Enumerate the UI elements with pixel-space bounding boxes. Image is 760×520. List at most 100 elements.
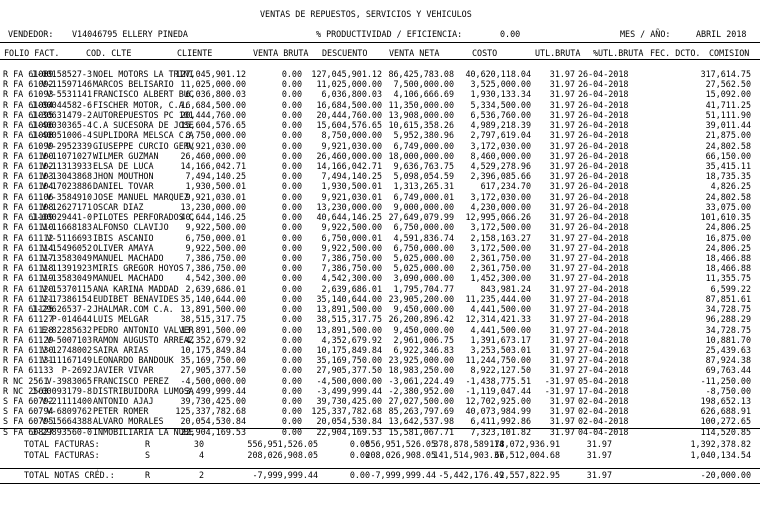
total-cantidad: 4: [198, 450, 204, 460]
row-cell-fecha: 27-04-2018: [578, 335, 629, 345]
row-cell-venta-neta: 6,036,800.03: [321, 89, 382, 99]
row-cell-costo: 10,615,358.26: [388, 120, 454, 130]
row-cell-fecha: 27-04-2018: [578, 243, 629, 253]
row-cell-venta-neta: 9,922,500.00: [321, 243, 382, 253]
row-cell-pct-utl: 31.97: [549, 427, 575, 437]
row-cell-comision: 18,735.35: [705, 171, 751, 181]
row-cell-venta-neta: 27,905,377.50: [316, 365, 382, 375]
row-cell-venta-bruta: 14,166,042.71: [180, 161, 246, 171]
row-cell-venta-bruta: 7,386,750.00: [185, 253, 246, 263]
row-cell-descuento: 0.00: [281, 365, 302, 375]
total-comision: 1,040,134.54: [690, 450, 751, 460]
row-cell-fecha: 05-04-2018: [578, 376, 629, 386]
row-cell-venta-neta: -4,500,000.00: [316, 376, 382, 386]
row-cell-venta-neta: 26,460,000.00: [316, 151, 382, 161]
row-cell-fecha: 27-04-2018: [578, 233, 629, 243]
row-cell-descuento: 0.00: [281, 69, 302, 79]
row-cell-cliente: PETER ROMER: [93, 406, 149, 416]
row-cell-fecha: 26-04-2018: [578, 110, 629, 120]
row-cell-descuento: 0.00: [281, 304, 302, 314]
total-utl-bruta: 66,512,004.68: [494, 450, 560, 460]
row-cell-cliente: PILOTES PERFORADOS C: [93, 212, 194, 222]
row-cell-cod-clte: V-13583049: [41, 253, 92, 263]
divider-totals: [0, 468, 760, 469]
row-cell-venta-neta: 7,386,750.00: [321, 253, 382, 263]
row-cell-venta-bruta: 2,639,686.01: [185, 284, 246, 294]
row-cell-pct-utl: 31.97: [549, 325, 575, 335]
row-cell-cod-clte: V-13043868: [41, 171, 92, 181]
row-cell-descuento: 0.00: [281, 253, 302, 263]
total-cantidad: 30: [193, 439, 204, 449]
row-cell-venta-bruta: 13,891,500.00: [180, 325, 246, 335]
row-cell-pct-utl: 31.97: [549, 284, 575, 294]
row-cell-costo: 26,200,896.42: [388, 314, 454, 324]
row-cell-costo: 9,636,763.75: [393, 161, 454, 171]
row-cell-pct-utl: 31.97: [549, 243, 575, 253]
total-pct-utl: 31.97: [586, 450, 612, 460]
row-cell-costo: 5,952,380.96: [393, 130, 454, 140]
row-cell-costo: 6,922,346.83: [393, 345, 454, 355]
total-costo: 141,514,903.37: [433, 450, 504, 460]
row-cell-cliente: SAIRA ARIAS: [93, 345, 149, 355]
row-cell-pct-utl: 31.97: [549, 345, 575, 355]
productividad-label: % PRODUCTIVIDAD / EFICIENCIA:: [316, 29, 463, 39]
row-cell-venta-bruta: 35,169,750.00: [180, 355, 246, 365]
row-cell-cliente: RAMON AUGUSTO ARREAZ: [93, 335, 194, 345]
row-cell-comision: 24,802.58: [705, 141, 751, 151]
row-cell-fecha: 27-04-2018: [578, 314, 629, 324]
row-cell-costo: 7,500,000.00: [393, 79, 454, 89]
row-cell-pct-utl: 31.97: [549, 222, 575, 232]
periodo-value: ABRIL 2018: [696, 29, 747, 39]
row-cell-comision: 27,562.50: [705, 79, 751, 89]
row-cell-venta-neta: 20,444,760.00: [316, 110, 382, 120]
row-cell-venta-neta: 4,542,300.00: [321, 273, 382, 283]
row-cell-venta-bruta: 127,045,901.12: [175, 69, 246, 79]
row-cell-comision: 18,466.88: [705, 263, 751, 273]
total-venta-bruta: 208,026,908.05: [247, 450, 318, 460]
row-cell-cliente: ALFONSO CLAVIJO: [93, 222, 169, 232]
row-cell-venta-neta: 1,930,500.01: [321, 181, 382, 191]
row-cell-comision: 24,806.25: [705, 222, 751, 232]
row-cell-costo: 1,313,265.31: [393, 181, 454, 191]
row-cell-fecha: 26-04-2018: [578, 161, 629, 171]
row-cell-descuento: 0.00: [281, 161, 302, 171]
row-cell-venta-bruta: 20,054,530.84: [180, 416, 246, 426]
row-cell-fecha: 27-04-2018: [578, 325, 629, 335]
row-cell-utl-bruta: 843,981.24: [480, 284, 531, 294]
row-cell-pct-utl: 31.97: [549, 130, 575, 140]
row-cell-cliente: DISTRIBUIDORA LUMOSA: [93, 386, 194, 396]
row-cell-cod-clte: V-15370115: [41, 284, 92, 294]
row-cell-cod-clte: V-12627171: [41, 202, 92, 212]
row-cell-venta-bruta: 38,515,317.75: [180, 314, 246, 324]
row-cell-utl-bruta: 4,441,500.00: [470, 325, 531, 335]
row-cell-comision: 24,802.58: [705, 192, 751, 202]
row-cell-fecha: 26-04-2018: [578, 202, 629, 212]
row-cell-comision: 66,150.00: [705, 151, 751, 161]
row-cell-costo: 9,450,000.00: [393, 325, 454, 335]
row-cell-descuento: 0.00: [281, 284, 302, 294]
row-cell-fecha: 26-04-2018: [578, 141, 629, 151]
row-cell-venta-neta: 6,750,000.01: [321, 233, 382, 243]
row-cell-costo: 18,983,250.00: [388, 365, 454, 375]
row-cell-cliente: JHON MOUTHON: [93, 171, 154, 181]
row-cell-descuento: 0.00: [281, 212, 302, 222]
row-cell-comision: 101,610.35: [700, 212, 751, 222]
row-cell-pct-utl: 31.97: [549, 69, 575, 79]
row-cell-utl-bruta: 12,995,066.26: [465, 212, 531, 222]
row-cell-venta-bruta: 9,921,030.00: [185, 141, 246, 151]
row-cell-utl-bruta: 3,525,000.00: [470, 79, 531, 89]
row-cell-cod-clte: P-2692: [61, 365, 92, 375]
report-title: VENTAS DE REPUESTOS, SERVICIOS Y VEHICUL…: [260, 9, 472, 19]
row-cell-venta-neta: 7,386,750.00: [321, 263, 382, 273]
column-header-folio: FOLIO FACT.: [4, 48, 60, 58]
row-cell-costo: 13,908,000.00: [388, 110, 454, 120]
row-cell-utl-bruta: 2,797,619.04: [470, 130, 531, 140]
row-cell-descuento: 0.00: [281, 294, 302, 304]
row-cell-cod-clte: J-00093179-8: [31, 386, 92, 396]
row-cell-fecha: 04-04-2018: [578, 427, 629, 437]
row-cell-venta-bruta: 7,494,140.25: [185, 171, 246, 181]
row-cell-descuento: 0.00: [281, 386, 302, 396]
total-pct-utl: 31.97: [586, 439, 612, 449]
row-cell-venta-neta: 14,166,042.71: [316, 161, 382, 171]
row-cell-comision: 198,652.13: [700, 396, 751, 406]
